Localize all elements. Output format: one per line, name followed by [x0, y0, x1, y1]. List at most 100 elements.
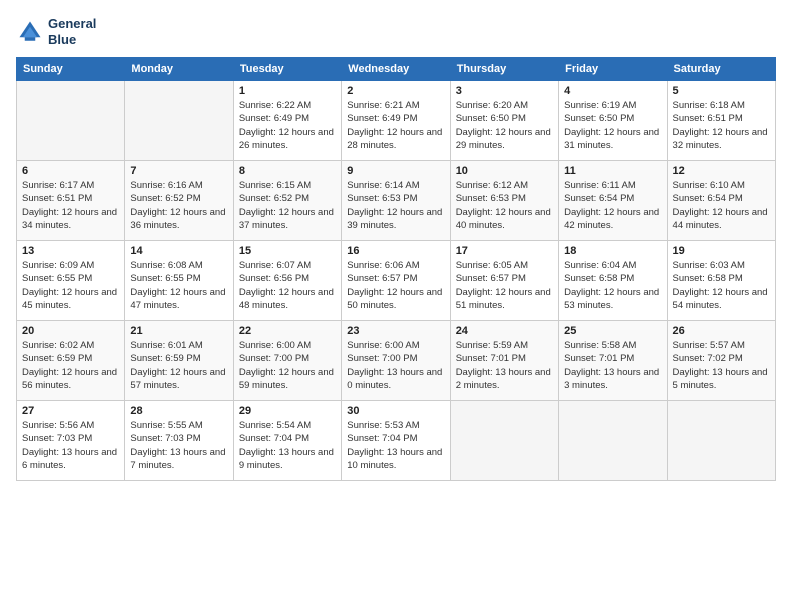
day-info: Sunrise: 5:59 AMSunset: 7:01 PMDaylight:…	[456, 339, 553, 392]
calendar-week-row: 6 Sunrise: 6:17 AMSunset: 6:51 PMDaylight…	[17, 161, 776, 241]
calendar-day-cell: 18 Sunrise: 6:04 AMSunset: 6:58 PMDayligh…	[559, 241, 667, 321]
calendar-day-cell: 17 Sunrise: 6:05 AMSunset: 6:57 PMDayligh…	[450, 241, 558, 321]
calendar-day-cell: 4 Sunrise: 6:19 AMSunset: 6:50 PMDaylight…	[559, 81, 667, 161]
day-info: Sunrise: 6:00 AMSunset: 7:00 PMDaylight:…	[347, 339, 444, 392]
day-number: 12	[673, 165, 770, 177]
weekday-header: Tuesday	[233, 58, 341, 81]
calendar-day-cell: 10 Sunrise: 6:12 AMSunset: 6:53 PMDayligh…	[450, 161, 558, 241]
day-number: 13	[22, 245, 119, 257]
day-number: 5	[673, 85, 770, 97]
day-info: Sunrise: 6:04 AMSunset: 6:58 PMDaylight:…	[564, 259, 661, 312]
calendar-table: SundayMondayTuesdayWednesdayThursdayFrid…	[16, 57, 776, 481]
calendar-week-row: 1 Sunrise: 6:22 AMSunset: 6:49 PMDaylight…	[17, 81, 776, 161]
calendar-day-cell: 5 Sunrise: 6:18 AMSunset: 6:51 PMDaylight…	[667, 81, 775, 161]
day-info: Sunrise: 6:22 AMSunset: 6:49 PMDaylight:…	[239, 99, 336, 152]
day-number: 4	[564, 85, 661, 97]
day-number: 27	[22, 405, 119, 417]
day-number: 3	[456, 85, 553, 97]
day-info: Sunrise: 5:54 AMSunset: 7:04 PMDaylight:…	[239, 419, 336, 472]
day-info: Sunrise: 6:06 AMSunset: 6:57 PMDaylight:…	[347, 259, 444, 312]
day-info: Sunrise: 5:58 AMSunset: 7:01 PMDaylight:…	[564, 339, 661, 392]
day-info: Sunrise: 6:17 AMSunset: 6:51 PMDaylight:…	[22, 179, 119, 232]
day-info: Sunrise: 6:11 AMSunset: 6:54 PMDaylight:…	[564, 179, 661, 232]
day-info: Sunrise: 6:00 AMSunset: 7:00 PMDaylight:…	[239, 339, 336, 392]
day-number: 23	[347, 325, 444, 337]
day-number: 19	[673, 245, 770, 257]
calendar-week-row: 20 Sunrise: 6:02 AMSunset: 6:59 PMDayligh…	[17, 321, 776, 401]
day-number: 28	[130, 405, 227, 417]
day-number: 8	[239, 165, 336, 177]
day-info: Sunrise: 5:53 AMSunset: 7:04 PMDaylight:…	[347, 419, 444, 472]
day-number: 20	[22, 325, 119, 337]
day-number: 24	[456, 325, 553, 337]
calendar-day-cell	[667, 401, 775, 481]
calendar-week-row: 13 Sunrise: 6:09 AMSunset: 6:55 PMDayligh…	[17, 241, 776, 321]
calendar-day-cell: 9 Sunrise: 6:14 AMSunset: 6:53 PMDaylight…	[342, 161, 450, 241]
calendar-day-cell: 16 Sunrise: 6:06 AMSunset: 6:57 PMDayligh…	[342, 241, 450, 321]
weekday-header: Saturday	[667, 58, 775, 81]
day-number: 9	[347, 165, 444, 177]
day-info: Sunrise: 6:20 AMSunset: 6:50 PMDaylight:…	[456, 99, 553, 152]
calendar-day-cell: 19 Sunrise: 6:03 AMSunset: 6:58 PMDayligh…	[667, 241, 775, 321]
day-number: 16	[347, 245, 444, 257]
day-info: Sunrise: 6:07 AMSunset: 6:56 PMDaylight:…	[239, 259, 336, 312]
day-info: Sunrise: 5:55 AMSunset: 7:03 PMDaylight:…	[130, 419, 227, 472]
calendar-day-cell: 28 Sunrise: 5:55 AMSunset: 7:03 PMDayligh…	[125, 401, 233, 481]
calendar-day-cell: 12 Sunrise: 6:10 AMSunset: 6:54 PMDayligh…	[667, 161, 775, 241]
weekday-header-row: SundayMondayTuesdayWednesdayThursdayFrid…	[17, 58, 776, 81]
day-info: Sunrise: 6:09 AMSunset: 6:55 PMDaylight:…	[22, 259, 119, 312]
calendar-week-row: 27 Sunrise: 5:56 AMSunset: 7:03 PMDayligh…	[17, 401, 776, 481]
logo: General Blue	[16, 16, 96, 47]
day-number: 22	[239, 325, 336, 337]
day-number: 1	[239, 85, 336, 97]
day-info: Sunrise: 6:15 AMSunset: 6:52 PMDaylight:…	[239, 179, 336, 232]
calendar-day-cell: 11Sunrise: 6:11 AMSunset: 6:54 PMDayligh…	[559, 161, 667, 241]
calendar-day-cell: 2 Sunrise: 6:21 AMSunset: 6:49 PMDaylight…	[342, 81, 450, 161]
day-info: Sunrise: 6:01 AMSunset: 6:59 PMDaylight:…	[130, 339, 227, 392]
calendar-day-cell: 29 Sunrise: 5:54 AMSunset: 7:04 PMDayligh…	[233, 401, 341, 481]
day-number: 25	[564, 325, 661, 337]
day-number: 26	[673, 325, 770, 337]
calendar-day-cell	[450, 401, 558, 481]
day-info: Sunrise: 5:57 AMSunset: 7:02 PMDaylight:…	[673, 339, 770, 392]
day-info: Sunrise: 6:14 AMSunset: 6:53 PMDaylight:…	[347, 179, 444, 232]
day-number: 30	[347, 405, 444, 417]
calendar-day-cell: 6 Sunrise: 6:17 AMSunset: 6:51 PMDaylight…	[17, 161, 125, 241]
day-info: Sunrise: 6:19 AMSunset: 6:50 PMDaylight:…	[564, 99, 661, 152]
calendar-day-cell: 21 Sunrise: 6:01 AMSunset: 6:59 PMDayligh…	[125, 321, 233, 401]
calendar-day-cell: 1 Sunrise: 6:22 AMSunset: 6:49 PMDaylight…	[233, 81, 341, 161]
day-info: Sunrise: 6:03 AMSunset: 6:58 PMDaylight:…	[673, 259, 770, 312]
calendar-day-cell: 7Sunrise: 6:16 AMSunset: 6:52 PMDaylight…	[125, 161, 233, 241]
calendar-day-cell: 20 Sunrise: 6:02 AMSunset: 6:59 PMDayligh…	[17, 321, 125, 401]
day-info: Sunrise: 6:18 AMSunset: 6:51 PMDaylight:…	[673, 99, 770, 152]
day-number: 2	[347, 85, 444, 97]
calendar-day-cell: 13 Sunrise: 6:09 AMSunset: 6:55 PMDayligh…	[17, 241, 125, 321]
calendar-day-cell: 15Sunrise: 6:07 AMSunset: 6:56 PMDayligh…	[233, 241, 341, 321]
day-number: 7	[130, 165, 227, 177]
day-number: 17	[456, 245, 553, 257]
calendar-day-cell	[559, 401, 667, 481]
logo-icon	[16, 18, 44, 46]
calendar-day-cell: 27 Sunrise: 5:56 AMSunset: 7:03 PMDayligh…	[17, 401, 125, 481]
day-info: Sunrise: 5:56 AMSunset: 7:03 PMDaylight:…	[22, 419, 119, 472]
calendar-day-cell: 3 Sunrise: 6:20 AMSunset: 6:50 PMDaylight…	[450, 81, 558, 161]
page-header: General Blue	[16, 16, 776, 47]
weekday-header: Sunday	[17, 58, 125, 81]
weekday-header: Thursday	[450, 58, 558, 81]
day-info: Sunrise: 6:12 AMSunset: 6:53 PMDaylight:…	[456, 179, 553, 232]
day-info: Sunrise: 6:02 AMSunset: 6:59 PMDaylight:…	[22, 339, 119, 392]
day-number: 10	[456, 165, 553, 177]
day-number: 6	[22, 165, 119, 177]
day-info: Sunrise: 6:10 AMSunset: 6:54 PMDaylight:…	[673, 179, 770, 232]
day-number: 29	[239, 405, 336, 417]
day-info: Sunrise: 6:05 AMSunset: 6:57 PMDaylight:…	[456, 259, 553, 312]
calendar-day-cell: 30 Sunrise: 5:53 AMSunset: 7:04 PMDayligh…	[342, 401, 450, 481]
day-info: Sunrise: 6:21 AMSunset: 6:49 PMDaylight:…	[347, 99, 444, 152]
calendar-day-cell	[125, 81, 233, 161]
day-number: 21	[130, 325, 227, 337]
day-number: 14	[130, 245, 227, 257]
day-info: Sunrise: 6:08 AMSunset: 6:55 PMDaylight:…	[130, 259, 227, 312]
calendar-day-cell: 25 Sunrise: 5:58 AMSunset: 7:01 PMDayligh…	[559, 321, 667, 401]
calendar-day-cell: 22 Sunrise: 6:00 AMSunset: 7:00 PMDayligh…	[233, 321, 341, 401]
day-number: 18	[564, 245, 661, 257]
